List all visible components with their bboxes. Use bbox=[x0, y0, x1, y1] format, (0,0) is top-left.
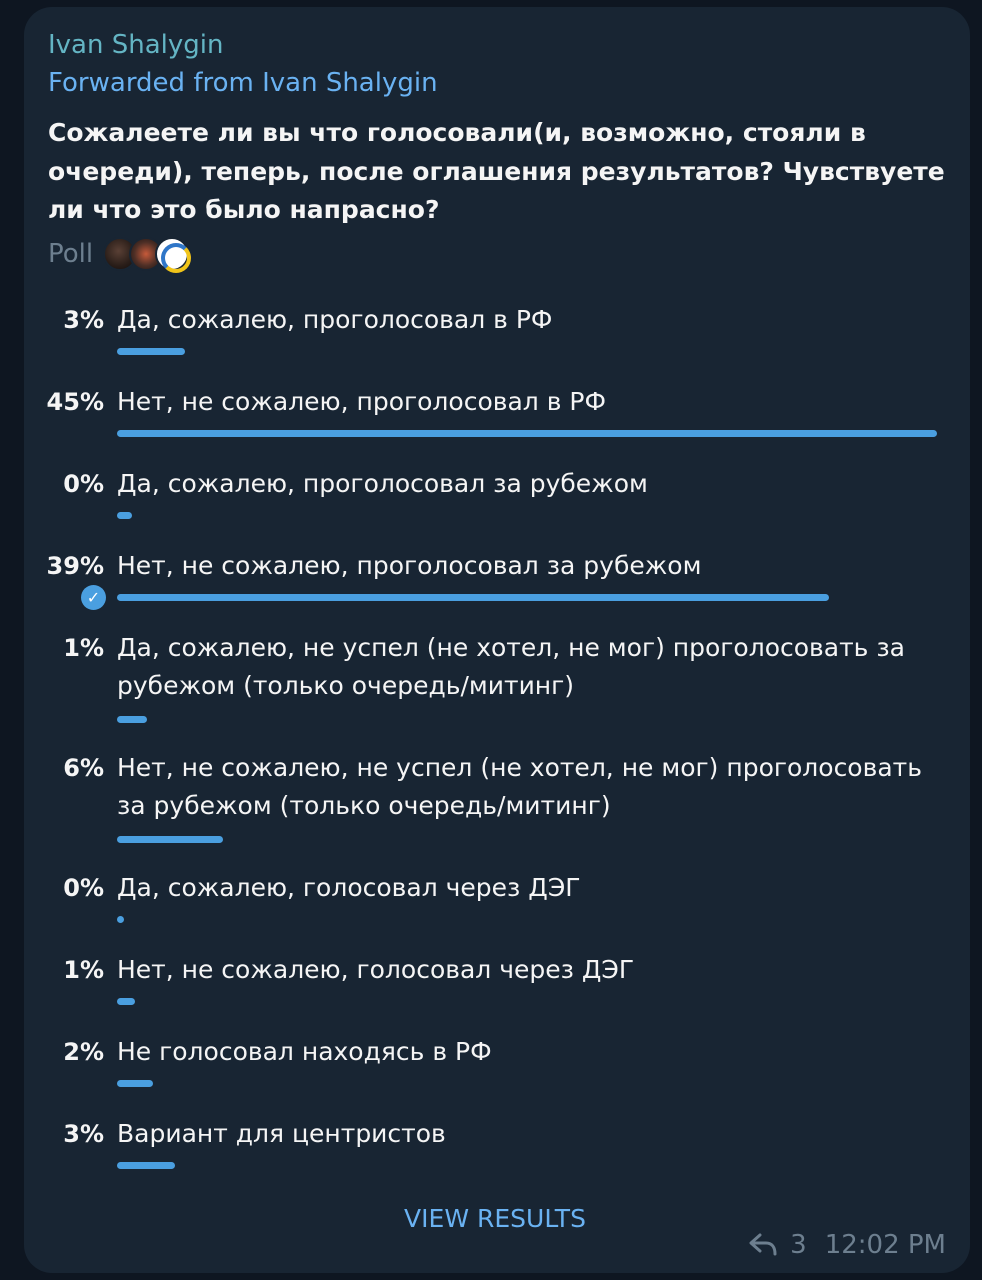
poll-question: Сожалеете ли вы что голосовали(и, возмож… bbox=[48, 118, 945, 224]
voter-avatars[interactable] bbox=[103, 237, 192, 273]
option-percent: 6% bbox=[63, 754, 104, 782]
option-text: Да, сожалею, проголосовал в РФ bbox=[117, 305, 553, 334]
option-result-bar bbox=[117, 836, 223, 843]
forwarded-from[interactable]: Forwarded from Ivan Shalygin bbox=[48, 66, 438, 100]
option-text: Нет, не сожалею, проголосовал за рубежом bbox=[117, 551, 702, 580]
option-percent: 1% bbox=[63, 634, 104, 662]
poll-label: Poll bbox=[48, 239, 94, 269]
option-percent: 3% bbox=[63, 1120, 104, 1148]
option-text: Вариант для центристов bbox=[117, 1119, 446, 1148]
option-percent: 1% bbox=[63, 956, 104, 984]
option-percent: 0% bbox=[63, 470, 104, 498]
option-percent: 3% bbox=[63, 306, 104, 334]
option-result-bar bbox=[117, 1080, 153, 1087]
option-text: Да, сожалею, проголосовал за рубежом bbox=[117, 469, 648, 498]
option-result-bar bbox=[117, 916, 124, 923]
forwards-count: 3 bbox=[790, 1230, 807, 1260]
poll-header: Poll bbox=[48, 236, 192, 273]
option-result-bar bbox=[117, 1162, 175, 1169]
option-percent: 39% bbox=[46, 552, 104, 580]
message-meta: 3 12:02 PM bbox=[748, 1227, 946, 1263]
option-result-bar bbox=[117, 348, 185, 355]
sender-name[interactable]: Ivan Shalygin bbox=[48, 28, 223, 62]
option-percent: 0% bbox=[63, 874, 104, 902]
option-result-bar bbox=[117, 998, 135, 1005]
option-result-bar bbox=[117, 430, 937, 437]
option-text: Нет, не сожалею, не успел (не хотел, не … bbox=[117, 753, 922, 820]
avatar bbox=[155, 237, 192, 273]
check-circle-icon: ✓ bbox=[81, 585, 106, 610]
option-text: Нет, не сожалею, голосовал через ДЭГ bbox=[117, 955, 635, 984]
option-text: Да, сожалею, не успел (не хотел, не мог)… bbox=[117, 633, 905, 700]
option-percent: 45% bbox=[46, 388, 104, 416]
option-text: Не голосовал находясь в РФ bbox=[117, 1037, 492, 1066]
option-result-bar bbox=[117, 716, 147, 723]
message-time: 12:02 PM bbox=[824, 1230, 946, 1260]
forward-arrow-icon[interactable] bbox=[748, 1231, 778, 1259]
option-percent: 2% bbox=[63, 1038, 104, 1066]
option-text: Нет, не сожалею, проголосовал в РФ bbox=[117, 387, 607, 416]
option-result-bar bbox=[117, 512, 132, 519]
option-text: Да, сожалею, голосовал через ДЭГ bbox=[117, 873, 581, 902]
option-result-bar bbox=[117, 594, 829, 601]
